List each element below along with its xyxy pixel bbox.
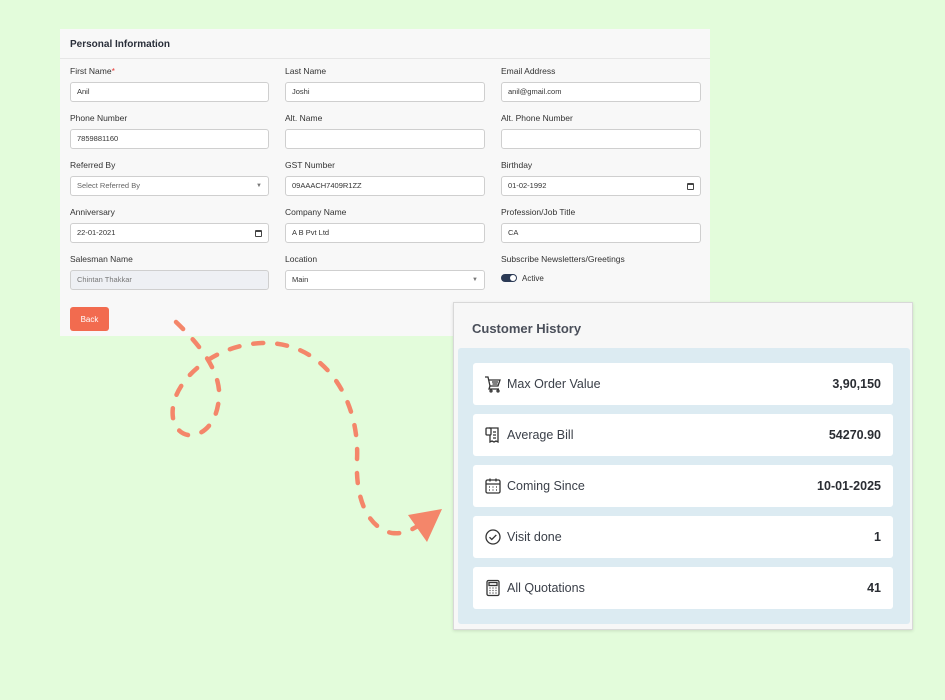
history-row-label: Average Bill: [507, 428, 574, 442]
alt-phone-field-group: Alt. Phone Number: [501, 112, 701, 159]
subscribe-field-group: Subscribe Newsletters/Greetings Active: [501, 253, 701, 300]
history-row-coming-since: Coming Since 10-01-2025: [473, 465, 893, 507]
birthday-label: Birthday: [501, 160, 533, 170]
back-button[interactable]: Back: [70, 307, 109, 331]
phone-label: Phone Number: [70, 113, 128, 123]
customer-history-list: Max Order Value 3,90,150 Average Bill 54…: [458, 348, 910, 624]
check-circle-icon: [483, 527, 503, 547]
last-name-input[interactable]: Joshi: [285, 82, 485, 102]
phone-input[interactable]: 7859881160: [70, 129, 269, 149]
alt-name-label: Alt. Name: [285, 113, 323, 123]
chevron-down-icon: ▼: [256, 183, 262, 189]
receipt-icon: [483, 425, 503, 445]
history-row-label: Visit done: [507, 530, 562, 544]
referred-by-label: Referred By: [70, 160, 116, 170]
alt-phone-label: Alt. Phone Number: [501, 113, 573, 123]
subscribe-label: Subscribe Newsletters/Greetings: [501, 254, 625, 264]
history-row-value: 1: [874, 530, 881, 544]
alt-name-field-group: Alt. Name: [285, 112, 485, 159]
first-name-label: First Name*: [70, 66, 115, 76]
salesman-field-group: Salesman Name Chintan Thakkar: [70, 253, 269, 300]
customer-history-title: Customer History: [472, 321, 582, 336]
first-name-field-group: First Name* Anil: [70, 65, 269, 112]
history-row-value: 3,90,150: [832, 377, 881, 391]
dashed-arrow-path: [170, 319, 435, 536]
subscribe-status: Active: [522, 273, 544, 283]
salesman-label: Salesman Name: [70, 254, 133, 264]
history-row-value: 54270.90: [828, 428, 881, 442]
subscribe-toggle[interactable]: [501, 274, 517, 282]
chevron-down-icon: ▼: [472, 277, 478, 283]
history-row-visit-done: Visit done 1: [473, 516, 893, 558]
anniversary-label: Anniversary: [70, 207, 115, 217]
last-name-field-group: Last Name Joshi: [285, 65, 485, 112]
profession-label: Profession/Job Title: [501, 207, 576, 217]
history-row-all-quotations: All Quotations 41: [473, 567, 893, 609]
location-select[interactable]: Main ▼: [285, 270, 485, 290]
gst-input[interactable]: 09AAACH7409R1ZZ: [285, 176, 485, 196]
history-row-value: 41: [867, 581, 881, 595]
alt-name-input[interactable]: [285, 129, 485, 149]
alt-phone-input[interactable]: [501, 129, 701, 149]
form-title: Personal Information: [60, 29, 710, 59]
first-name-input[interactable]: Anil: [70, 82, 269, 102]
profession-field-group: Profession/Job Title CA: [501, 206, 701, 253]
gst-label: GST Number: [285, 160, 335, 170]
history-row-label: Max Order Value: [507, 377, 601, 391]
subscribe-toggle-row: Active: [501, 270, 701, 286]
referred-by-field-group: Referred By Select Referred By ▼: [70, 159, 269, 206]
history-row-average-bill: Average Bill 54270.90: [473, 414, 893, 456]
location-field-group: Location Main ▼: [285, 253, 485, 300]
calendar-picker-icon[interactable]: [255, 229, 262, 237]
company-input[interactable]: A B Pvt Ltd: [285, 223, 485, 243]
cart-icon: [483, 374, 503, 394]
profession-input[interactable]: CA: [501, 223, 701, 243]
email-label: Email Address: [501, 66, 556, 76]
calendar-icon: [483, 476, 503, 496]
birthday-field-group: Birthday 01-02-1992: [501, 159, 701, 206]
history-row-max-order: Max Order Value 3,90,150: [473, 363, 893, 405]
referred-by-select[interactable]: Select Referred By ▼: [70, 176, 269, 196]
calendar-picker-icon[interactable]: [687, 182, 694, 190]
arrow-head-icon: [408, 509, 442, 542]
last-name-label: Last Name: [285, 66, 327, 76]
customer-history-card: Customer History Max Order Value 3,90,15…: [453, 302, 913, 630]
calculator-icon: [483, 578, 503, 598]
required-marker: *: [111, 66, 115, 76]
anniversary-field-group: Anniversary 22-01-2021: [70, 206, 269, 253]
email-input[interactable]: anil@gmail.com: [501, 82, 701, 102]
anniversary-date-input[interactable]: 22-01-2021: [70, 223, 269, 243]
history-row-value: 10-01-2025: [817, 479, 881, 493]
gst-field-group: GST Number 09AAACH7409R1ZZ: [285, 159, 485, 206]
form-fields: First Name* Anil Last Name Joshi Email A…: [70, 65, 701, 300]
history-row-label: Coming Since: [507, 479, 585, 493]
salesman-input: Chintan Thakkar: [70, 270, 269, 290]
phone-field-group: Phone Number 7859881160: [70, 112, 269, 159]
history-row-label: All Quotations: [507, 581, 585, 595]
personal-information-form: Personal Information First Name* Anil La…: [60, 29, 710, 336]
company-label: Company Name: [285, 207, 347, 217]
location-label: Location: [285, 254, 318, 264]
birthday-date-input[interactable]: 01-02-1992: [501, 176, 701, 196]
company-field-group: Company Name A B Pvt Ltd: [285, 206, 485, 253]
email-field-group: Email Address anil@gmail.com: [501, 65, 701, 112]
